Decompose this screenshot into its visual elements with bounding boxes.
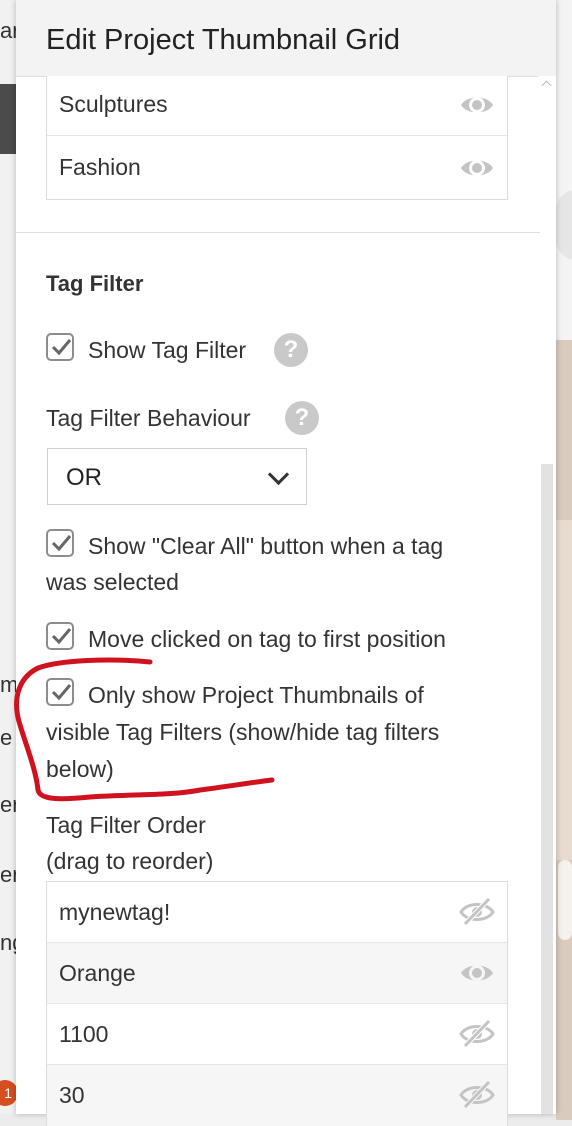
show-tag-filter-checkbox[interactable] bbox=[46, 333, 74, 361]
list-item[interactable]: Fashion bbox=[47, 136, 507, 199]
only-show-visible-checkbox[interactable] bbox=[46, 678, 74, 706]
behaviour-selected-value: OR bbox=[66, 464, 102, 491]
behaviour-label: Tag Filter Behaviour bbox=[46, 405, 251, 431]
tag-label: Orange bbox=[59, 960, 136, 986]
checkmark-icon bbox=[51, 535, 72, 552]
scrollbar-thumb[interactable] bbox=[541, 464, 553, 1114]
category-list: Sculptures Fashion bbox=[46, 76, 508, 200]
preview-photo-object bbox=[558, 860, 572, 940]
show-clear-all-label-cont[interactable]: was selected bbox=[46, 564, 179, 600]
category-label: Sculptures bbox=[59, 91, 168, 117]
background-page-left: ar m e er er ng bbox=[0, 0, 16, 1114]
category-label: Fashion bbox=[59, 154, 141, 180]
preview-shape bbox=[556, 190, 572, 260]
behaviour-select[interactable]: OR bbox=[47, 448, 307, 505]
preview-photo-highlight bbox=[556, 520, 572, 860]
show-clear-all-label[interactable]: Show "Clear All" button when a tag bbox=[88, 528, 443, 564]
section-title: Tag Filter bbox=[46, 271, 144, 296]
only-show-visible-label-cont[interactable]: below) bbox=[46, 751, 114, 787]
background-preview bbox=[556, 0, 572, 1120]
tag-order-list: mynewtag! Orange 1100 30 bbox=[46, 881, 508, 1126]
eye-icon[interactable] bbox=[459, 957, 495, 989]
chevron-down-icon bbox=[267, 463, 290, 486]
background-text: e bbox=[0, 725, 13, 750]
eye-slash-icon[interactable] bbox=[459, 1018, 495, 1050]
move-clicked-tag-label[interactable]: Move clicked on tag to first position bbox=[88, 621, 446, 657]
background-toolbar bbox=[0, 84, 16, 154]
list-item[interactable]: Orange bbox=[47, 943, 507, 1004]
move-clicked-tag-checkbox[interactable] bbox=[46, 622, 74, 650]
section-divider bbox=[16, 232, 540, 233]
list-item[interactable]: Sculptures bbox=[47, 76, 507, 136]
checkmark-icon bbox=[51, 339, 72, 356]
edit-panel: Edit Project Thumbnail Grid Sculptures F… bbox=[16, 0, 556, 1126]
list-item[interactable]: 1100 bbox=[47, 1004, 507, 1065]
panel-title: Edit Project Thumbnail Grid bbox=[46, 24, 401, 56]
tag-order-hint: (drag to reorder) bbox=[46, 848, 214, 874]
list-item[interactable]: mynewtag! bbox=[47, 882, 507, 943]
eye-icon[interactable] bbox=[459, 152, 495, 184]
checkmark-icon bbox=[51, 628, 72, 645]
tag-label: mynewtag! bbox=[59, 899, 171, 925]
panel-header: Edit Project Thumbnail Grid bbox=[16, 0, 556, 77]
only-show-visible-label[interactable]: Only show Project Thumbnails of bbox=[88, 677, 424, 713]
tag-order-label: Tag Filter Order bbox=[46, 812, 206, 838]
checkmark-icon bbox=[51, 684, 72, 701]
eye-slash-icon[interactable] bbox=[459, 1079, 495, 1111]
only-show-visible-label-cont[interactable]: visible Tag Filters (show/hide tag filte… bbox=[46, 714, 439, 750]
background-text: ar bbox=[0, 18, 16, 43]
list-item[interactable]: 30 bbox=[47, 1065, 507, 1126]
tag-label: 30 bbox=[59, 1082, 85, 1108]
background-text: m bbox=[0, 672, 16, 697]
help-icon[interactable]: ? bbox=[274, 333, 308, 367]
eye-icon[interactable] bbox=[459, 89, 495, 121]
background-text: er bbox=[0, 862, 16, 887]
tag-label: 1100 bbox=[59, 1021, 109, 1047]
eye-slash-icon[interactable] bbox=[459, 896, 495, 928]
scroll-up-arrow-icon[interactable] bbox=[541, 80, 552, 91]
show-clear-all-checkbox[interactable] bbox=[46, 529, 74, 557]
background-text: ng bbox=[0, 930, 16, 955]
show-tag-filter-label[interactable]: Show Tag Filter bbox=[88, 332, 246, 368]
scrollbar[interactable] bbox=[538, 76, 556, 1114]
background-text: er bbox=[0, 792, 16, 817]
help-icon[interactable]: ? bbox=[285, 401, 319, 435]
